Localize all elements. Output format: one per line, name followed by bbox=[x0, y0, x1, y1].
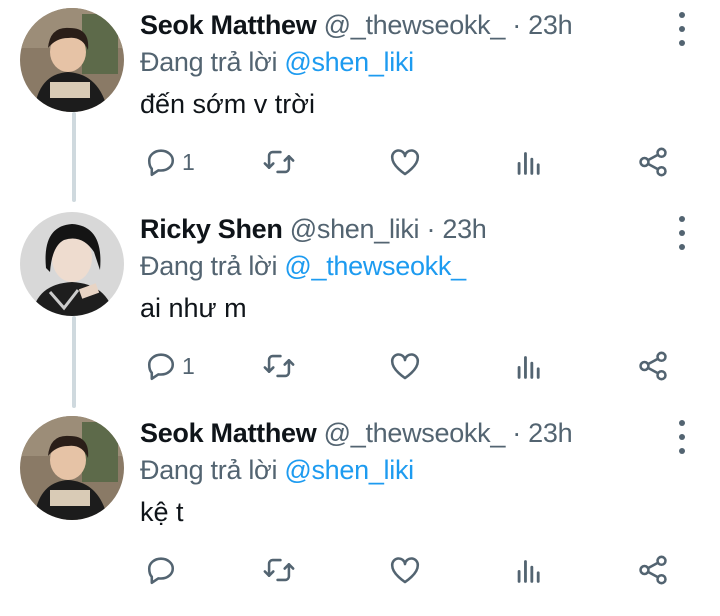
share-button[interactable] bbox=[636, 344, 670, 388]
separator: · bbox=[512, 10, 521, 40]
reply-count: 1 bbox=[182, 148, 195, 175]
analytics-button[interactable] bbox=[512, 140, 546, 184]
tweet[interactable]: Seok Matthew @_thewseokk_ · 23h Đang trả… bbox=[0, 4, 720, 208]
timestamp[interactable]: 23h bbox=[528, 418, 572, 448]
share-icon bbox=[639, 351, 667, 381]
tweet-text: đến sớm v trời bbox=[140, 89, 315, 119]
share-button[interactable] bbox=[636, 548, 670, 592]
retweet-button[interactable] bbox=[262, 140, 296, 184]
like-button[interactable] bbox=[388, 140, 422, 184]
avatar[interactable] bbox=[20, 8, 124, 112]
reply-button[interactable]: 1 bbox=[144, 344, 195, 388]
replying-to: Đang trả lời @_thewseokk_ bbox=[140, 248, 680, 284]
display-name[interactable]: Ricky Shen bbox=[140, 214, 283, 244]
avatar[interactable] bbox=[20, 212, 124, 316]
like-icon bbox=[390, 149, 420, 176]
analytics-icon bbox=[517, 356, 540, 379]
timestamp[interactable]: 23h bbox=[442, 214, 486, 244]
analytics-button[interactable] bbox=[512, 548, 546, 592]
replying-to: Đang trả lời @shen_liki bbox=[140, 44, 680, 80]
display-name[interactable]: Seok Matthew bbox=[140, 418, 317, 448]
share-icon bbox=[639, 555, 667, 585]
more-icon[interactable] bbox=[678, 420, 686, 454]
tweet-header: Ricky Shen @shen_liki · 23h bbox=[140, 212, 680, 246]
tweet-header: Seok Matthew @_thewseokk_ · 23h bbox=[140, 416, 680, 450]
replying-prefix: Đang trả lời bbox=[140, 251, 278, 281]
retweet-button[interactable] bbox=[262, 548, 296, 592]
analytics-button[interactable] bbox=[512, 344, 546, 388]
replying-prefix: Đang trả lời bbox=[140, 455, 278, 485]
avatar[interactable] bbox=[20, 416, 124, 520]
reply-icon bbox=[147, 149, 175, 177]
mention-link[interactable]: @shen_liki bbox=[284, 47, 414, 77]
tweet-text: ai như m bbox=[140, 293, 247, 323]
display-name[interactable]: Seok Matthew bbox=[140, 10, 317, 40]
retweet-icon bbox=[263, 354, 295, 378]
username[interactable]: @_thewseokk_ bbox=[324, 418, 506, 448]
tweet-header: Seok Matthew @_thewseokk_ · 23h bbox=[140, 8, 680, 42]
replying-prefix: Đang trả lời bbox=[140, 47, 278, 77]
reply-button[interactable] bbox=[144, 548, 182, 592]
tweet-text: kệ t bbox=[140, 497, 184, 527]
username[interactable]: @_thewseokk_ bbox=[324, 10, 506, 40]
tweet-actions bbox=[140, 548, 680, 592]
reply-button[interactable]: 1 bbox=[144, 140, 195, 184]
analytics-icon bbox=[517, 560, 540, 583]
share-button[interactable] bbox=[636, 140, 670, 184]
tweet[interactable]: Seok Matthew @_thewseokk_ · 23h Đang trả… bbox=[0, 412, 720, 616]
timestamp[interactable]: 23h bbox=[528, 10, 572, 40]
like-button[interactable] bbox=[388, 548, 422, 592]
separator: · bbox=[426, 214, 436, 244]
like-button[interactable] bbox=[388, 344, 422, 388]
mention-link[interactable]: @_thewseokk_ bbox=[284, 251, 466, 281]
mention-link[interactable]: @shen_liki bbox=[284, 455, 414, 485]
more-icon[interactable] bbox=[678, 12, 686, 46]
separator: · bbox=[512, 418, 521, 448]
retweet-button[interactable] bbox=[262, 344, 296, 388]
tweet-actions: 1 bbox=[140, 344, 680, 388]
like-icon bbox=[390, 353, 420, 380]
retweet-icon bbox=[263, 558, 295, 582]
reply-icon bbox=[147, 557, 175, 585]
retweet-icon bbox=[263, 150, 295, 174]
reply-count: 1 bbox=[182, 352, 195, 379]
like-icon bbox=[390, 557, 420, 584]
tweet[interactable]: Ricky Shen @shen_liki · 23h Đang trả lời… bbox=[0, 208, 720, 412]
replying-to: Đang trả lời @shen_liki bbox=[140, 452, 680, 488]
analytics-icon bbox=[517, 152, 540, 175]
more-icon[interactable] bbox=[678, 216, 686, 250]
share-icon bbox=[639, 147, 667, 177]
tweet-actions: 1 bbox=[140, 140, 680, 184]
reply-icon bbox=[147, 353, 175, 381]
username[interactable]: @shen_liki bbox=[290, 214, 420, 244]
